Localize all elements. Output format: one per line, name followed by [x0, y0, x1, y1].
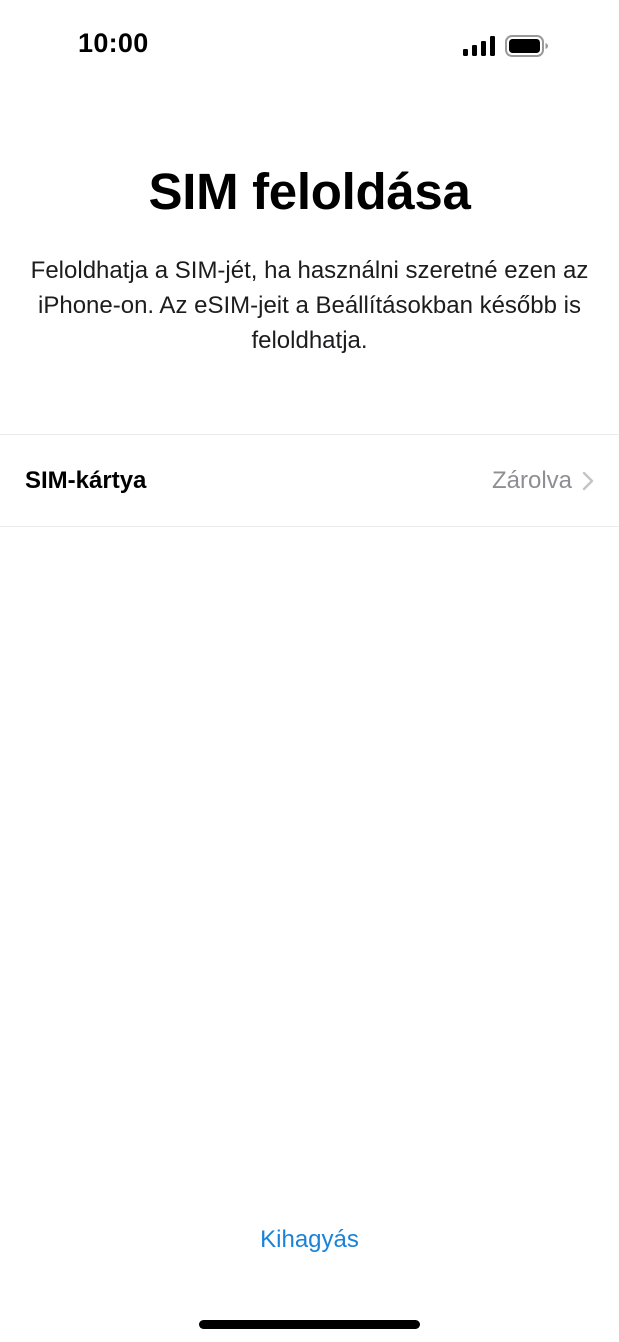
- home-indicator[interactable]: [199, 1320, 420, 1329]
- sim-card-label: SIM-kártya: [25, 466, 147, 494]
- status-time: 10:00: [78, 28, 149, 58]
- skip-button[interactable]: Kihagyás: [0, 1226, 619, 1254]
- sim-card-row[interactable]: SIM-kártya Zárolva: [0, 434, 619, 527]
- cellular-signal-icon: [463, 36, 495, 56]
- sim-card-status-value: Zárolva: [491, 466, 572, 494]
- status-bar: 10:00: [0, 0, 619, 92]
- page-description: Feloldhatja a SIM-jét, ha használni szer…: [30, 257, 589, 354]
- sim-card-status: Zárolva: [492, 467, 594, 495]
- battery-full-icon: [505, 35, 548, 57]
- page-title: SIM feloldása: [148, 163, 471, 220]
- sim-unlock-screen: 10:00 SIM feloldása Feloldhatja a SIM-jé…: [0, 0, 619, 1342]
- chevron-right-icon: [582, 471, 594, 490]
